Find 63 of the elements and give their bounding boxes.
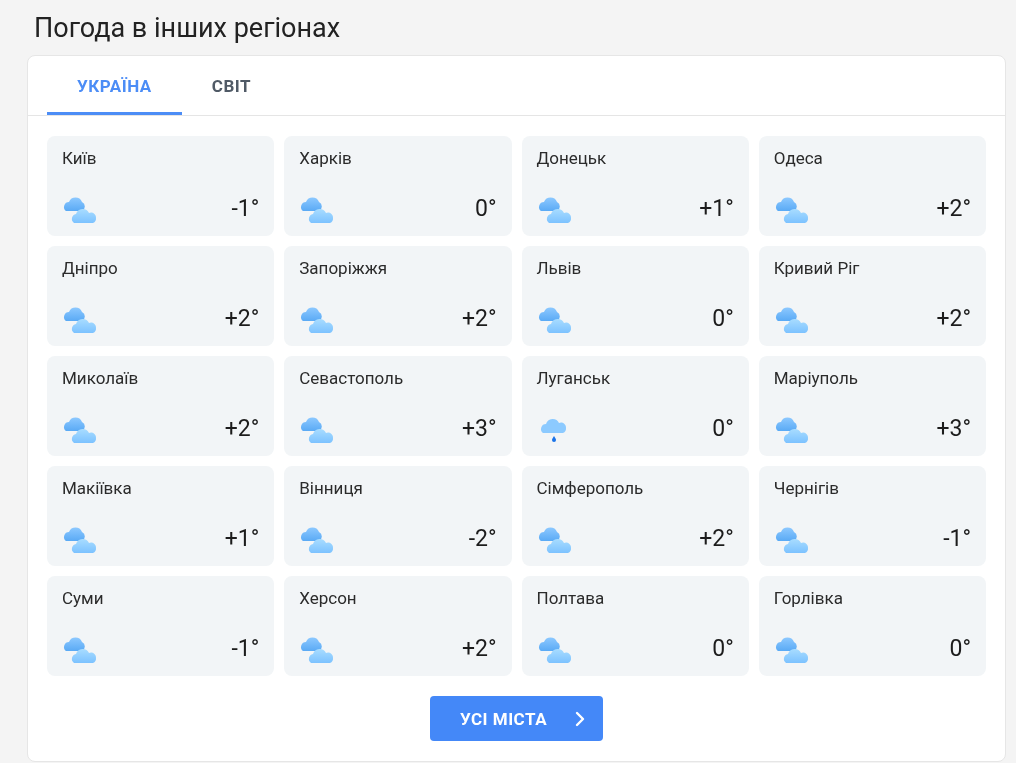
temperature: +2° — [224, 304, 260, 332]
temperature: -1° — [231, 634, 260, 662]
city-weather-tile[interactable]: Харків 0° — [284, 136, 512, 236]
city-name: Вінниця — [299, 478, 364, 498]
city-name: Маріуполь — [773, 368, 859, 388]
city-name: Кривий Ріг — [773, 258, 861, 278]
city-name: Сімферополь — [536, 478, 645, 498]
city-name: Миколаїв — [62, 368, 140, 388]
city-name: Макіївка — [62, 478, 133, 498]
chevron-right-icon — [575, 710, 586, 727]
city-name: Дніпро — [62, 258, 119, 278]
city-weather-tile[interactable]: Маріуполь +3° — [758, 356, 986, 456]
city-weather-tile[interactable]: Донецьк +1° — [521, 136, 749, 236]
temperature: 0° — [474, 194, 497, 222]
temperature: +3° — [936, 414, 971, 442]
city-weather-tile[interactable]: Севастополь +3° — [284, 356, 512, 456]
city-name: Суми — [62, 588, 105, 608]
section-title: Погода в інших регіонах — [33, 11, 342, 46]
city-weather-tile[interactable]: Сімферополь +2° — [521, 466, 749, 566]
temperature: +2° — [936, 194, 971, 222]
city-weather-tile[interactable]: Горлівка 0° — [758, 576, 986, 676]
temperature: 0° — [949, 634, 971, 662]
temperature: 0° — [712, 304, 734, 332]
city-name: Полтава — [536, 588, 606, 608]
city-name: Донецьк — [536, 148, 608, 168]
city-name: Луганськ — [536, 368, 612, 388]
city-weather-tile[interactable]: Одеса +2° — [758, 136, 986, 236]
city-name: Севастополь — [299, 368, 405, 388]
city-weather-tile[interactable]: Львів 0° — [521, 246, 749, 346]
city-weather-tile[interactable]: Кривий Ріг +2° — [758, 246, 986, 346]
temperature: +3° — [461, 414, 497, 442]
city-weather-tile[interactable]: Макіївка +1° — [47, 466, 275, 566]
city-name: Горлівка — [773, 588, 844, 608]
city-name: Львів — [536, 258, 583, 278]
city-weather-tile[interactable]: Запоріжжя +2° — [284, 246, 512, 346]
city-weather-tile[interactable]: Дніпро +2° — [47, 246, 275, 346]
city-weather-tile[interactable]: Полтава 0° — [521, 576, 749, 676]
city-weather-tile[interactable]: Чернігів -1° — [758, 466, 986, 566]
temperature: +2° — [699, 524, 734, 552]
temperature: +1° — [224, 524, 260, 552]
temperature: -2° — [468, 524, 497, 552]
temperature: +2° — [461, 634, 497, 662]
temperature: 0° — [712, 414, 734, 442]
temperature: +2° — [461, 304, 497, 332]
city-weather-tile[interactable]: Вінниця -2° — [284, 466, 512, 566]
city-weather-tile[interactable]: Суми -1° — [47, 576, 275, 676]
temperature: -1° — [231, 194, 260, 222]
city-weather-tile[interactable]: Київ -1° — [47, 136, 275, 236]
city-name: Одеса — [773, 148, 824, 168]
city-weather-tile[interactable]: Херсон +2° — [284, 576, 512, 676]
city-name: Херсон — [299, 588, 358, 608]
city-weather-tile[interactable]: Миколаїв +2° — [47, 356, 275, 456]
city-name: Запоріжжя — [299, 258, 389, 278]
city-name: Київ — [62, 148, 98, 168]
region-tab[interactable]: СВІТ — [181, 56, 282, 115]
temperature: +2° — [936, 304, 971, 332]
temperature: +1° — [699, 194, 734, 222]
temperature: 0° — [712, 634, 734, 662]
city-weather-tile[interactable]: Луганськ 0° — [521, 356, 749, 456]
city-name: Харків — [299, 148, 353, 168]
temperature: +2° — [224, 414, 260, 442]
city-name: Чернігів — [773, 478, 840, 498]
temperature: -1° — [943, 524, 971, 552]
